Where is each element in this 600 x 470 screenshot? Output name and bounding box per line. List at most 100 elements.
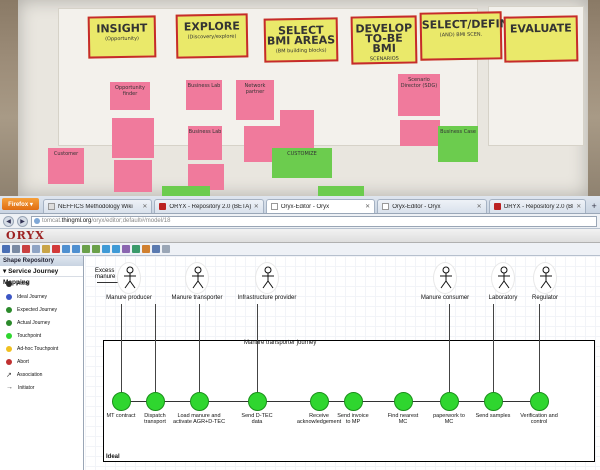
sticky-note xyxy=(280,110,314,148)
actor-manure-transporter[interactable]: Manure transporter xyxy=(167,262,227,301)
tab-neffics-wiki[interactable]: NEFFICS Methodology Wiki ✕ xyxy=(43,199,153,213)
forward-icon[interactable]: ▶ xyxy=(17,215,28,227)
address-bar[interactable]: tomcat.thingml.org/oryx/editor;default#/… xyxy=(31,215,597,227)
touchpoint-node[interactable] xyxy=(310,392,329,411)
zoom-out-icon[interactable] xyxy=(112,245,120,253)
print-icon[interactable] xyxy=(12,245,20,253)
sticky-note xyxy=(112,118,154,158)
url-prefix: tomcat. xyxy=(42,217,62,224)
delete-icon[interactable] xyxy=(52,245,60,253)
firefox-menu-button[interactable]: Firefox ▾ xyxy=(2,198,40,210)
actor-oval xyxy=(185,262,209,294)
close-icon[interactable]: ✕ xyxy=(477,203,482,210)
navigation-bar: ◀ ▶ tomcat.thingml.org/oryx/editor;defau… xyxy=(0,214,600,229)
tab-oryx-repository-2[interactable]: ORYX - Repository 2.0 (BETA) ✕ xyxy=(488,199,587,213)
ideal-journey-icon xyxy=(6,293,12,300)
redo-icon[interactable] xyxy=(72,245,80,253)
editor-toolbar xyxy=(0,243,600,256)
stage-note-select-bmi: SELECT BMI AREAS (BM building blocks) xyxy=(263,17,339,63)
touchpoint-icon xyxy=(6,332,12,339)
touchpoint-node[interactable] xyxy=(530,392,549,411)
sticky-note: Customer xyxy=(48,148,84,184)
actor-label: Infrastructure provider xyxy=(237,295,297,301)
shape-item-initiator[interactable]: → Initiator xyxy=(0,381,83,394)
sticky-note: Network partner xyxy=(236,80,274,120)
new-tab-button[interactable]: + xyxy=(588,200,600,212)
shape-item-ideal-journey[interactable]: Ideal Journey xyxy=(0,290,83,303)
group-icon[interactable] xyxy=(92,245,100,253)
stage-note-insight: INSIGHT (Opportunity) xyxy=(87,15,157,59)
zoom-in-icon[interactable] xyxy=(102,245,110,253)
actor-icon xyxy=(6,280,12,287)
tab-oryx-editor[interactable]: Oryx-Editor - Oryx ✕ xyxy=(377,199,487,213)
shape-item-adhoc-touchpoint[interactable]: Ad-hoc Touchpoint xyxy=(0,342,83,355)
actor-manure-consumer[interactable]: Manure consumer xyxy=(415,262,475,301)
oryx-favicon-icon xyxy=(159,203,167,210)
touchpoint-node[interactable] xyxy=(394,392,413,411)
close-icon[interactable]: ✕ xyxy=(365,203,370,210)
touchpoint-node[interactable] xyxy=(440,392,459,411)
shape-item-label: Expected Journey xyxy=(17,306,58,313)
shape-item-label: Ideal Journey xyxy=(17,293,48,300)
actor-infrastructure-provider[interactable]: Infrastructure provider xyxy=(237,262,297,301)
shape-group-header[interactable]: ▾ Service Journey Mapping xyxy=(0,266,83,286)
url-host: thingml.org xyxy=(61,217,92,224)
actor-manure-producer[interactable]: Manure producer xyxy=(99,262,159,301)
sticky-note: Business Lab xyxy=(186,80,222,110)
touchpoint-node[interactable] xyxy=(484,392,503,411)
shape-item-touchpoint[interactable]: Touchpoint xyxy=(0,329,83,342)
paste-icon[interactable] xyxy=(42,245,50,253)
sticky-note: Scenario Director (SDG) xyxy=(398,74,440,116)
stick-figure-icon xyxy=(124,266,136,289)
shape-item-association[interactable]: ↗ Association xyxy=(0,368,83,381)
actor-oval xyxy=(533,262,557,294)
association-icon: ↗ xyxy=(6,371,12,379)
touchpoint-node[interactable] xyxy=(146,392,165,411)
shape-item-actual-journey[interactable]: Actual Journey xyxy=(0,316,83,329)
touchpoint-label: Send D-TEC data xyxy=(241,413,273,425)
validate-icon[interactable] xyxy=(142,245,150,253)
arrow-icon[interactable] xyxy=(152,245,160,253)
sticky-note: Opportunity finder xyxy=(110,82,150,110)
stick-figure-icon xyxy=(192,266,204,289)
sticky-note xyxy=(162,186,210,196)
back-icon[interactable]: ◀ xyxy=(3,215,14,227)
actor-regulator[interactable]: Regulator xyxy=(515,262,575,301)
touchpoint-node[interactable] xyxy=(112,392,131,411)
shape-item-label: Association xyxy=(16,371,43,378)
shape-item-expected-journey[interactable]: Expected Journey xyxy=(0,303,83,316)
tab-oryx-repository[interactable]: ORYX - Repository 2.0 (BETA) ✕ xyxy=(154,199,264,213)
sticky-note: Business Lab xyxy=(188,126,222,160)
tab-oryx-editor-active[interactable]: Oryx-Editor - Oryx ✕ xyxy=(265,199,376,213)
shape-item-abort[interactable]: Abort xyxy=(0,355,83,368)
journey-flow-line xyxy=(121,401,539,402)
shape-repository-panel: Shape Repository ▾ Service Journey Mappi… xyxy=(0,256,84,470)
touchpoint-node[interactable] xyxy=(248,392,267,411)
save-icon[interactable] xyxy=(2,245,10,253)
undo-icon[interactable] xyxy=(62,245,70,253)
shape-item-label: Actual Journey xyxy=(17,319,51,326)
cut-icon[interactable] xyxy=(22,245,30,253)
association-line xyxy=(449,304,450,401)
touchpoint-node[interactable] xyxy=(344,392,363,411)
touchpoint-node[interactable] xyxy=(190,392,209,411)
diagram-canvas[interactable]: Excess manure ▶ Manure transporter journ… xyxy=(85,256,600,470)
export-icon[interactable] xyxy=(122,245,130,253)
close-icon[interactable]: ✕ xyxy=(254,203,259,210)
association-line xyxy=(155,304,156,401)
layout-icon[interactable] xyxy=(132,245,140,253)
journey-type-label: Ideal xyxy=(106,454,120,460)
sticky-note: Business Case xyxy=(438,126,478,162)
adhoc-touchpoint-icon xyxy=(6,345,12,352)
stage-note-develop: DEVELOP TO-BE BMI SCENARIOS xyxy=(350,15,418,65)
close-icon[interactable]: ✕ xyxy=(142,203,147,210)
oryx-header: ORYX xyxy=(0,229,600,243)
copy-icon[interactable] xyxy=(32,245,40,253)
touchpoint-label: Verification and control xyxy=(520,413,558,425)
align-icon[interactable] xyxy=(82,245,90,253)
shape-item-label: Touchpoint xyxy=(17,332,42,339)
initiator-icon: → xyxy=(6,384,13,391)
dropdown-icon[interactable] xyxy=(162,245,170,253)
shape-item-label: Actor xyxy=(17,280,29,287)
close-icon[interactable]: ✕ xyxy=(576,203,581,210)
